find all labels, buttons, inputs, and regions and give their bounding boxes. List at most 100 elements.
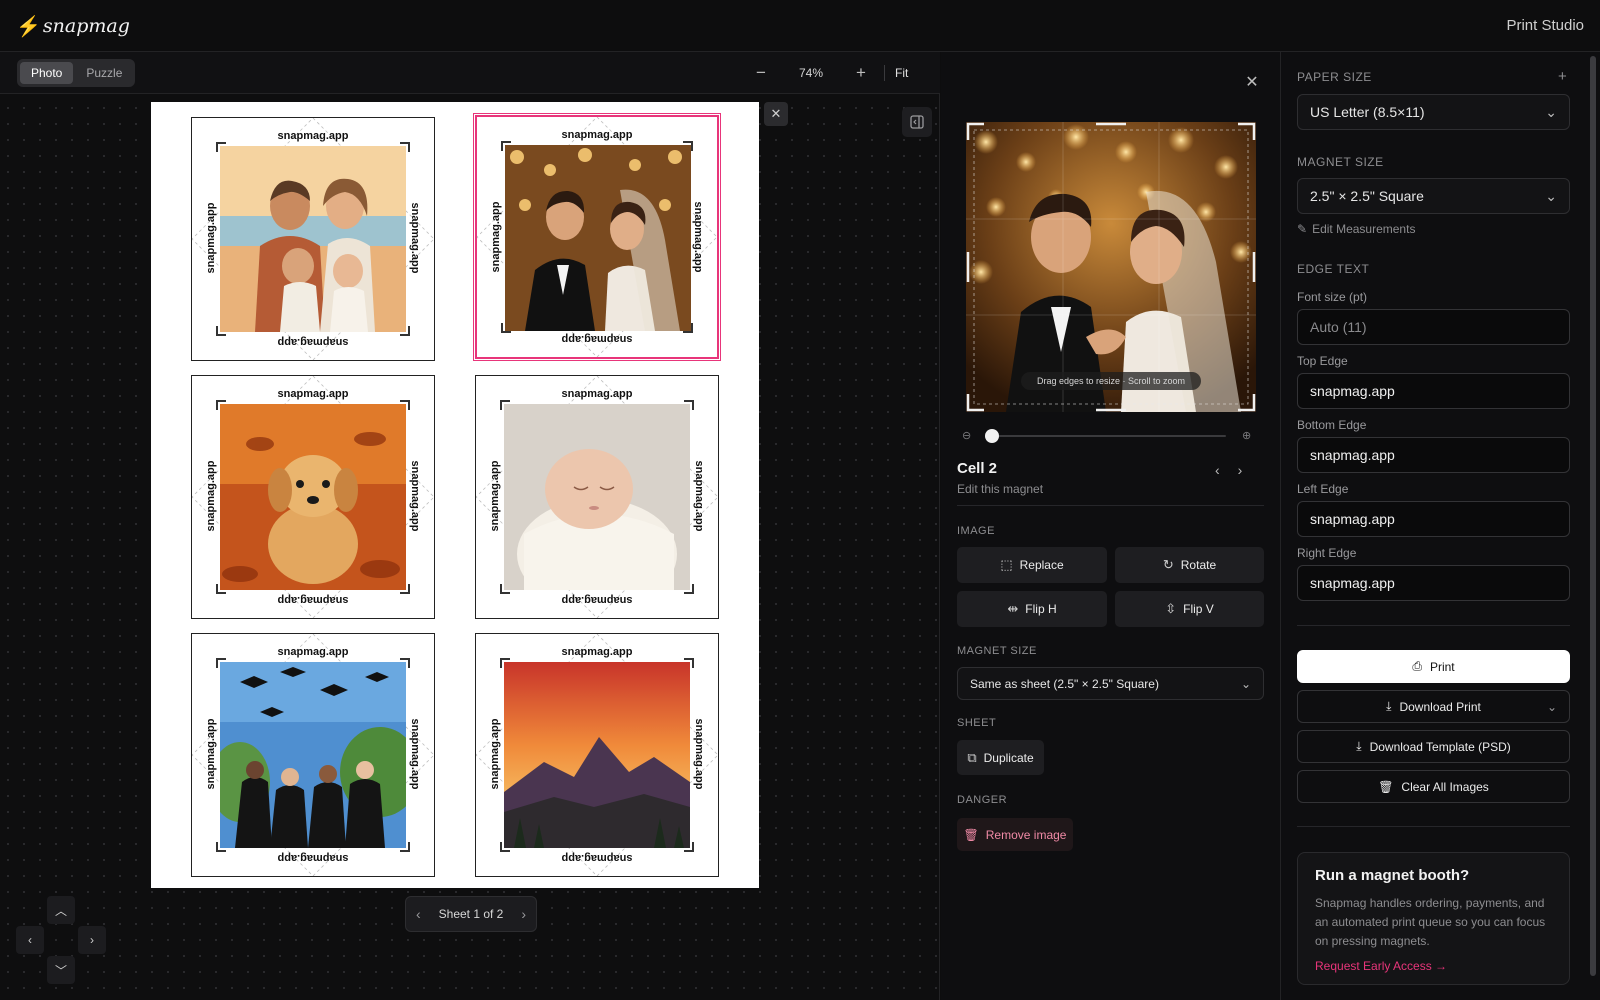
magnet-cell-4[interactable]: snapmag.app snapmag.app snapmag.app snap…: [475, 375, 719, 619]
divider: [1297, 625, 1570, 626]
left-edge-input[interactable]: snapmag.app: [1297, 501, 1570, 537]
add-paper-size-button[interactable]: +: [1558, 68, 1567, 85]
prev-cell-button[interactable]: ‹: [1215, 462, 1220, 478]
wedding-photo-large: [966, 122, 1256, 412]
magnet-photo: [505, 145, 691, 331]
magnet-cell-1[interactable]: snapmag.app snapmag.app snapmag.app snap…: [191, 117, 435, 361]
magnet-photo: [220, 662, 406, 848]
crop-corner: [683, 323, 693, 333]
download-template-label: Download Template (PSD): [1369, 739, 1511, 754]
edge-text-bottom: snapmag.app: [561, 594, 633, 606]
remove-image-label: Remove image: [985, 827, 1067, 842]
remove-image-button[interactable]: 🗑 Remove image: [957, 818, 1073, 851]
edge-text-left: snapmag.app: [490, 201, 502, 273]
paper-size-label: PAPER SIZE: [1297, 70, 1372, 84]
rotate-label: Rotate: [1180, 558, 1217, 572]
magnet-photo: [504, 404, 690, 590]
prev-sheet-button[interactable]: ‹: [416, 906, 421, 922]
edge-text-bottom: snapmag.app: [277, 336, 349, 348]
slider-knob[interactable]: [985, 429, 999, 443]
magnet-size-select[interactable]: 2.5" × 2.5" Square ⌄: [1297, 178, 1570, 214]
edge-text-top: snapmag.app: [561, 388, 633, 400]
replace-button[interactable]: ⬚ Replace: [957, 547, 1107, 583]
sheet-section-label: SHEET: [957, 717, 997, 729]
flip-h-button[interactable]: ⇹ Flip H: [957, 591, 1107, 627]
mode-puzzle-tab[interactable]: Puzzle: [75, 62, 133, 84]
left-edge-label: Left Edge: [1297, 482, 1349, 496]
bottom-edge-input[interactable]: snapmag.app: [1297, 437, 1570, 473]
crop-corner: [216, 658, 226, 668]
chevron-right-icon: ›: [90, 933, 94, 947]
edge-text-right: snapmag.app: [693, 718, 705, 790]
font-size-input[interactable]: Auto (11): [1297, 309, 1570, 345]
duplicate-button[interactable]: ⧉ Duplicate: [957, 740, 1044, 775]
crop-corner: [684, 584, 694, 594]
mode-switch: Photo Puzzle: [17, 59, 135, 87]
clear-all-images-button[interactable]: 🗑 Clear All Images: [1297, 770, 1570, 803]
magnet-cell-3[interactable]: snapmag.app snapmag.app snapmag.app snap…: [191, 375, 435, 619]
crop-corner: [216, 584, 226, 594]
magnet-photo: [220, 146, 406, 332]
print-button[interactable]: ⎙ Print: [1297, 650, 1570, 683]
clear-all-label: Clear All Images: [1401, 779, 1489, 794]
edge-text-left: snapmag.app: [489, 718, 501, 790]
danger-section-label: DANGER: [957, 794, 1008, 806]
duplicate-label: Duplicate: [983, 750, 1034, 765]
right-edge-input[interactable]: snapmag.app: [1297, 565, 1570, 601]
rotate-button[interactable]: ↻ Rotate: [1115, 547, 1264, 583]
magnet-cell-2[interactable]: snapmag.app snapmag.app snapmag.app snap…: [473, 113, 721, 361]
edge-text-top: snapmag.app: [561, 129, 633, 141]
duplicate-icon: ⧉: [967, 749, 977, 765]
cell-navigation: ‹ ›: [1215, 462, 1242, 478]
pan-right-button[interactable]: ›: [78, 926, 106, 954]
edge-text-right: snapmag.app: [409, 202, 421, 274]
edit-measurements-label: Edit Measurements: [1312, 222, 1416, 236]
crop-corner: [500, 658, 510, 668]
crop-hint: Drag edges to resize · Scroll to zoom: [1021, 372, 1201, 390]
request-early-access-link[interactable]: Request Early Access →: [1315, 959, 1552, 973]
promo-body: Snapmag handles ordering, payments, and …: [1315, 896, 1546, 948]
cell-magnet-size-select[interactable]: Same as sheet (2.5" × 2.5" Square) ⌄: [957, 667, 1264, 700]
crop-corner: [501, 141, 511, 151]
replace-icon: ⬚: [1000, 557, 1013, 572]
edge-text-right: snapmag.app: [409, 718, 421, 790]
magnet-size-section-label: MAGNET SIZE: [957, 645, 1037, 657]
edge-text-right: snapmag.app: [409, 460, 421, 532]
edge-text-right: snapmag.app: [692, 201, 704, 273]
download-template-button[interactable]: ⤓ Download Template (PSD): [1297, 730, 1570, 763]
crop-corner: [216, 400, 226, 410]
next-sheet-button[interactable]: ›: [521, 906, 526, 922]
pan-up-button[interactable]: ︿: [47, 896, 75, 924]
top-edge-input[interactable]: snapmag.app: [1297, 373, 1570, 409]
chevron-down-icon[interactable]: ⌄: [1547, 700, 1557, 714]
chevron-down-icon: ⌄: [1545, 187, 1557, 204]
app-title: Print Studio: [1506, 17, 1584, 34]
crop-preview[interactable]: [966, 122, 1256, 412]
paper-size-select[interactable]: US Letter (8.5×11) ⌄: [1297, 94, 1570, 130]
download-print-button[interactable]: ⤓ Download Print ⌄: [1297, 690, 1570, 723]
edge-text-bottom: snapmag.app: [561, 852, 633, 864]
app-logo[interactable]: ⚡ snapmag: [16, 14, 130, 38]
replace-label: Replace: [1019, 558, 1064, 572]
settings-scrollbar[interactable]: [1590, 56, 1596, 976]
magnet-cell-5[interactable]: snapmag.app snapmag.app snapmag.app snap…: [191, 633, 435, 877]
chevron-left-icon: ‹: [28, 933, 32, 947]
next-cell-button[interactable]: ›: [1238, 462, 1243, 478]
zoom-in-button[interactable]: +: [848, 60, 874, 86]
zoom-slider[interactable]: ⊖ ⊕: [958, 428, 1258, 444]
magnet-cell-6[interactable]: snapmag.app snapmag.app snapmag.app snap…: [475, 633, 719, 877]
sheet-close-button[interactable]: ✕: [764, 102, 788, 126]
edge-text-label: EDGE TEXT: [1297, 262, 1370, 276]
fit-button[interactable]: Fit: [895, 66, 908, 80]
close-icon: ✕: [770, 106, 782, 121]
editor-close-button[interactable]: ✕: [1242, 72, 1262, 92]
flip-v-button[interactable]: ⇳ Flip V: [1115, 591, 1264, 627]
mode-photo-tab[interactable]: Photo: [20, 62, 74, 84]
zoom-out-button[interactable]: −: [748, 60, 774, 86]
pan-down-button[interactable]: ﹀: [47, 956, 75, 984]
pan-left-button[interactable]: ‹: [16, 926, 44, 954]
lightning-bolt-icon: ⚡: [16, 13, 41, 38]
edit-measurements-link[interactable]: ✎ Edit Measurements: [1297, 222, 1415, 236]
promo-title: Run a magnet booth?: [1315, 867, 1470, 884]
panel-toggle-button[interactable]: [902, 107, 932, 137]
